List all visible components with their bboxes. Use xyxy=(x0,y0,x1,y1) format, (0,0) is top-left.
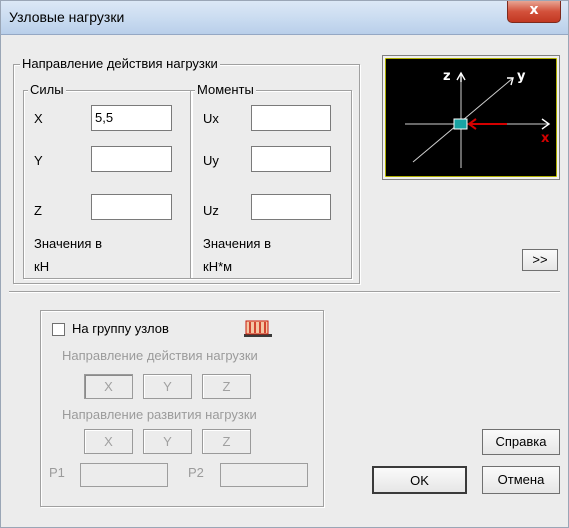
p1-input[interactable] xyxy=(80,463,168,487)
close-button[interactable]: x xyxy=(507,1,561,23)
force-x-label: X xyxy=(34,111,43,126)
separator xyxy=(9,291,560,293)
load-direction-y-button[interactable]: Y xyxy=(143,374,192,399)
axis-z-label: z xyxy=(443,69,451,84)
group-checkbox[interactable] xyxy=(52,323,65,336)
direction-group-title: Направление действия нагрузки xyxy=(20,56,220,72)
spread-direction-x-button[interactable]: X xyxy=(84,429,133,454)
distributed-load-icon xyxy=(244,320,272,337)
group-section: На группу узлов Направление действия наг… xyxy=(40,310,324,507)
load-direction-caption: Направление действия нагрузки xyxy=(62,348,258,363)
moment-ux-input[interactable] xyxy=(251,105,331,131)
direction-group: Направление действия нагрузки Силы X 5,5… xyxy=(13,56,360,284)
cancel-button[interactable]: Отмена xyxy=(482,466,560,494)
moment-uy-input[interactable] xyxy=(251,146,331,172)
spread-direction-y-button[interactable]: Y xyxy=(143,429,192,454)
force-x-input[interactable]: 5,5 xyxy=(91,105,172,131)
force-y-input[interactable] xyxy=(91,146,172,172)
spread-direction-caption: Направление развития нагрузки xyxy=(62,407,257,422)
forces-group-title: Силы xyxy=(28,82,66,98)
axis-x-label: x xyxy=(541,131,550,146)
moment-units: кН*м xyxy=(203,259,233,274)
axis-y-label: y xyxy=(517,69,526,84)
group-checkbox-label[interactable]: На группу узлов xyxy=(72,321,169,337)
forces-group: Силы X 5,5 Y Z Значения в кН xyxy=(23,82,192,279)
moment-units-caption: Значения в xyxy=(203,236,271,251)
close-icon: x xyxy=(529,2,539,18)
p2-input[interactable] xyxy=(220,463,308,487)
moment-uz-label: Uz xyxy=(203,203,219,218)
axis-diagram: z y x xyxy=(385,58,557,177)
load-direction-z-button[interactable]: Z xyxy=(202,374,251,399)
ok-button[interactable]: OK xyxy=(372,466,467,494)
force-units: кН xyxy=(34,259,50,274)
moments-group-title: Моменты xyxy=(195,82,256,98)
moment-ux-label: Ux xyxy=(203,111,219,126)
moment-uz-input[interactable] xyxy=(251,194,331,220)
help-button[interactable]: Справка xyxy=(482,429,560,455)
force-units-caption: Значения в xyxy=(34,236,102,251)
spread-direction-z-button[interactable]: Z xyxy=(202,429,251,454)
force-z-label: Z xyxy=(34,203,42,218)
window-title: Узловые нагрузки xyxy=(9,9,125,25)
p1-label: P1 xyxy=(49,465,65,480)
dialog-window: Узловые нагрузки x Направление действия … xyxy=(0,0,569,528)
p2-label: P2 xyxy=(188,465,204,480)
load-direction-x-button[interactable]: X xyxy=(84,374,133,399)
axis-preview: z y x xyxy=(382,55,560,180)
force-y-label: Y xyxy=(34,153,43,168)
title-bar[interactable]: Узловые нагрузки x xyxy=(1,1,568,35)
force-z-input[interactable] xyxy=(91,194,172,220)
moment-uy-label: Uy xyxy=(203,153,219,168)
expand-button[interactable]: >> xyxy=(522,249,558,271)
moments-group: Моменты Ux Uy Uz Значения в кН*м xyxy=(190,82,352,279)
